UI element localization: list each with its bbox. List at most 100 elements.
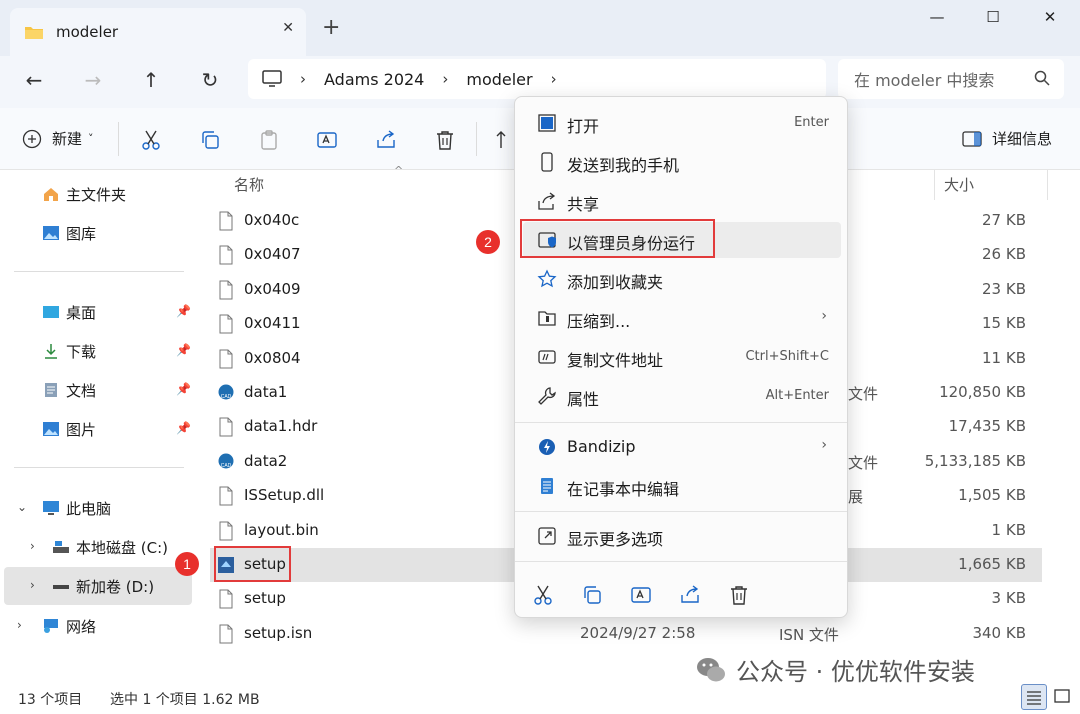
file-icon — [219, 211, 233, 231]
chevron-right-icon: › — [821, 308, 827, 324]
sidebar-item-label: 本地磁盘 (C:) — [76, 538, 168, 557]
address-bar[interactable]: › Adams 2024 › modeler › — [248, 59, 826, 99]
minimize-button[interactable]: — — [914, 8, 960, 28]
rename-icon[interactable] — [629, 583, 653, 607]
sidebar-item-desktop[interactable]: 桌面 — [42, 297, 96, 327]
pin-icon[interactable]: 📌 — [176, 382, 191, 396]
cut-icon[interactable] — [531, 583, 555, 607]
tab-modeler[interactable]: modeler ✕ — [10, 8, 306, 56]
cut-icon[interactable] — [139, 128, 163, 152]
file-name: 0x040c — [244, 211, 300, 229]
menu-shortcut: Enter — [794, 115, 829, 130]
cad-file-icon: CAD — [218, 453, 234, 469]
details-pane-button[interactable]: 详细信息 — [962, 128, 1052, 149]
sidebar-item-this-pc[interactable]: 此电脑 — [42, 493, 111, 523]
file-name: data1.hdr — [244, 417, 318, 436]
menu-item-show-more[interactable]: 显示更多选项 — [523, 518, 841, 554]
menu-item-send-to-phone[interactable]: 发送到我的手机 — [523, 144, 841, 180]
thumbnail-view-button[interactable] — [1050, 684, 1076, 710]
back-button[interactable]: ← — [18, 66, 50, 94]
file-icon — [219, 349, 233, 369]
pin-icon[interactable]: 📌 — [176, 343, 191, 357]
toolbar-divider — [118, 122, 119, 156]
file-size: 1,505 KB — [958, 486, 1026, 505]
file-row[interactable]: setup.isn 2024/9/27 2:58 ISN 文件 340 KB — [210, 617, 1042, 651]
chevron-down-icon: ˅ — [88, 132, 94, 145]
menu-shortcut: Ctrl+Shift+C — [745, 349, 829, 364]
menu-item-share[interactable]: 共享 — [523, 183, 841, 219]
forward-button[interactable]: → — [77, 66, 109, 94]
file-icon — [219, 280, 233, 300]
chevron-right-icon: › — [821, 437, 827, 453]
menu-item-compress[interactable]: 压缩到... › — [523, 300, 841, 336]
file-icon — [219, 624, 233, 644]
menu-label: 打开 — [567, 117, 600, 136]
details-view-button[interactable] — [1021, 684, 1047, 710]
close-button[interactable]: ✕ — [1027, 8, 1073, 28]
menu-separator — [515, 511, 847, 512]
refresh-button[interactable]: ↻ — [194, 66, 226, 94]
sidebar-item-home[interactable]: 主文件夹 — [42, 179, 126, 209]
share-icon[interactable] — [374, 128, 398, 152]
menu-item-open[interactable]: 打开 Enter — [523, 105, 841, 141]
new-tab-button[interactable]: + — [322, 17, 340, 39]
sidebar-item-network[interactable]: 网络 — [42, 611, 96, 641]
menu-item-copy-path[interactable]: 复制文件地址 Ctrl+Shift+C — [523, 339, 841, 375]
menu-item-edit-notepad[interactable]: 在记事本中编辑 — [523, 468, 841, 504]
tab-close-icon[interactable]: ✕ — [282, 20, 294, 36]
breadcrumb-separator[interactable]: › — [551, 70, 557, 88]
up-button[interactable]: ↑ — [135, 66, 167, 94]
sidebar-item-label: 新加卷 (D:) — [76, 577, 155, 596]
column-header-size[interactable]: 大小 — [944, 174, 974, 195]
maximize-button[interactable]: ☐ — [970, 8, 1016, 28]
menu-item-properties[interactable]: 属性 Alt+Enter — [523, 378, 841, 414]
toolbar-divider — [476, 122, 477, 156]
sidebar-item-documents[interactable]: 文档 — [42, 375, 96, 405]
search-placeholder: 在 modeler 中搜索 — [854, 71, 995, 90]
column-header-name[interactable]: 名称 — [234, 174, 264, 195]
sidebar-item-downloads[interactable]: 下载 — [42, 336, 96, 366]
file-icon — [219, 314, 233, 334]
pin-icon[interactable]: 📌 — [176, 421, 191, 435]
sort-caret-icon: ^ — [394, 164, 404, 177]
menu-item-bandizip[interactable]: Bandizip › — [523, 429, 841, 465]
chevron-down-icon[interactable]: ⌄ — [17, 500, 27, 514]
file-size: 5,133,185 KB — [924, 451, 1026, 470]
computer-icon — [262, 70, 282, 87]
new-button[interactable]: 新建 ˅ — [22, 128, 94, 149]
copy-icon[interactable] — [198, 128, 222, 152]
chevron-right-icon[interactable]: › — [17, 618, 22, 632]
document-icon — [45, 383, 57, 397]
delete-icon[interactable] — [433, 128, 457, 152]
file-size: 1 KB — [991, 520, 1026, 539]
rename-icon[interactable] — [315, 128, 339, 152]
file-name: data2 — [244, 451, 288, 470]
highlight-box-run-as-admin — [520, 219, 715, 258]
sidebar-item-pictures[interactable]: 图片 — [42, 414, 96, 444]
chevron-right-icon[interactable]: › — [30, 539, 35, 553]
column-divider — [934, 170, 935, 200]
delete-icon[interactable] — [727, 583, 751, 607]
cad-file-icon: CAD — [218, 384, 234, 400]
breadcrumb-adams[interactable]: Adams 2024 — [324, 70, 424, 89]
breadcrumb-modeler[interactable]: modeler — [466, 70, 532, 89]
share-icon[interactable] — [678, 583, 702, 607]
sidebar-item-label: 主文件夹 — [66, 185, 127, 204]
file-type: 文件 — [848, 385, 879, 403]
file-icon — [219, 521, 233, 541]
menu-item-add-favorite[interactable]: 添加到收藏夹 — [523, 261, 841, 297]
sidebar-divider — [14, 467, 184, 468]
pin-icon[interactable]: 📌 — [176, 304, 191, 318]
network-icon — [44, 619, 58, 633]
menu-label: 压缩到... — [567, 312, 631, 331]
sidebar-item-drive-d[interactable]: 新加卷 (D:) — [52, 571, 154, 601]
search-input[interactable]: 在 modeler 中搜索 — [838, 59, 1064, 99]
sidebar-item-drive-c[interactable]: 本地磁盘 (C:) — [52, 532, 168, 562]
zip-icon — [538, 311, 556, 326]
paste-icon[interactable] — [257, 128, 281, 152]
copy-icon[interactable] — [580, 583, 604, 607]
chevron-right-icon[interactable]: › — [30, 578, 35, 592]
sidebar-item-label: 此电脑 — [66, 499, 112, 518]
file-name: setup.isn — [244, 623, 313, 642]
sidebar-item-gallery[interactable]: 图库 — [42, 218, 96, 248]
